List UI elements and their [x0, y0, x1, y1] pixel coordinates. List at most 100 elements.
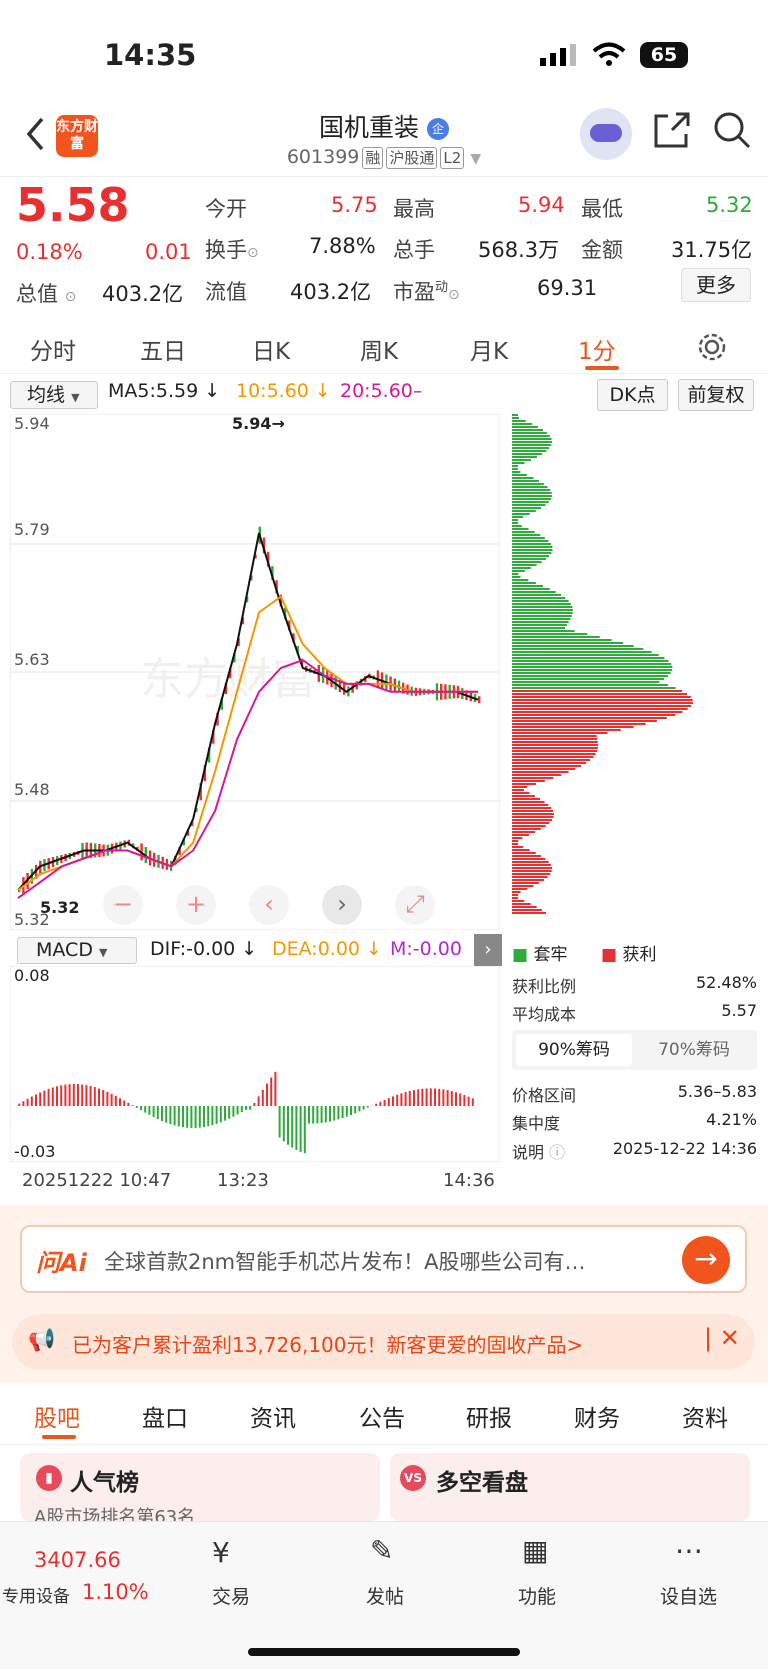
indicator-select[interactable]: MACD ▼ — [17, 937, 137, 964]
close-icon[interactable]: | ✕ — [704, 1324, 740, 1352]
chip-distribution-svg — [512, 414, 693, 914]
chip-bar — [512, 576, 521, 578]
m-legend: M:-0.00 — [390, 938, 462, 960]
robot-avatar[interactable] — [580, 108, 632, 160]
chip-bar — [512, 564, 537, 566]
megaphone-icon: 📢 — [28, 1328, 56, 1353]
kline-chart[interactable]: 东方财富 5.94 5.79 5.63 5.48 5.32 5.94→ 5.32 — [9, 413, 501, 931]
macd-bar — [459, 1093, 462, 1106]
chip-bar — [512, 780, 545, 782]
ma-line-ma5 — [17, 532, 479, 891]
bull-bear-card[interactable]: VS 多空看盘 — [390, 1453, 750, 1521]
settings-gear-icon[interactable] — [697, 332, 727, 362]
dif-legend: DIF:-0.00 ↓ — [150, 938, 258, 960]
y-tick-1: 5.94 — [14, 414, 50, 433]
amount-value: 31.75亿 — [671, 238, 753, 262]
nav-post[interactable]: 发帖 — [366, 1582, 404, 1609]
scroll-left-button[interactable]: ‹ — [249, 885, 289, 925]
adjust-button[interactable]: 前复权 — [678, 379, 754, 411]
x-tick-start: 20251222 10:47 — [22, 1170, 172, 1191]
tab-finance[interactable]: 财务 — [574, 1399, 620, 1433]
share-icon[interactable] — [652, 110, 692, 150]
macd-bar — [383, 1099, 386, 1106]
tab-forum[interactable]: 股吧 — [34, 1399, 80, 1433]
tab-1min[interactable]: 1分 — [578, 332, 616, 366]
macd-bar — [312, 1106, 315, 1124]
tab-profile[interactable]: 资料 — [682, 1399, 728, 1433]
chip-bar — [512, 753, 596, 755]
dea-legend: DEA:0.00 ↓ — [272, 938, 382, 960]
chip-bar — [512, 909, 542, 911]
chip-bar — [512, 708, 688, 710]
chip-bar — [512, 600, 569, 602]
chip-bar — [512, 672, 671, 674]
post-icon[interactable]: ✎ — [370, 1534, 393, 1567]
trade-icon[interactable]: ¥ — [212, 1536, 230, 1569]
ai-search-bar[interactable]: 问Ai 全球首款2nm智能手机芯片发布！A股哪些公司有… → — [20, 1225, 747, 1293]
macd-bar — [463, 1095, 466, 1106]
chip-bar — [512, 762, 587, 764]
tab-5day[interactable]: 五日 — [140, 332, 186, 366]
index-value[interactable]: 3407.66 — [34, 1548, 121, 1572]
low-value: 5.32 — [706, 193, 753, 217]
macd-bar — [249, 1106, 252, 1110]
tab-notices[interactable]: 公告 — [359, 1399, 405, 1433]
watchlist-icon[interactable]: ⋯ — [675, 1534, 703, 1567]
ai-go-arrow-icon[interactable]: → — [682, 1236, 730, 1284]
chip-90-tab[interactable]: 90%筹码 — [516, 1034, 632, 1066]
nav-trade[interactable]: 交易 — [212, 1582, 250, 1609]
more-button[interactable]: 更多 — [681, 268, 751, 302]
chip-bar — [512, 711, 683, 713]
scroll-right-button[interactable]: › — [322, 885, 362, 925]
pct-change: 0.18% — [16, 240, 83, 264]
chip-bar — [512, 477, 534, 479]
volume-value: 568.3万 — [478, 238, 560, 262]
macd-bar — [177, 1106, 180, 1127]
stock-name-text: 国机重装 — [319, 113, 420, 142]
macd-bar — [324, 1106, 327, 1123]
search-icon[interactable] — [712, 110, 752, 150]
expand-icon[interactable]: ⤢ — [395, 885, 435, 925]
macd-bar — [408, 1091, 411, 1106]
chip-bar — [512, 633, 588, 635]
ma-select[interactable]: 均线 ▼ — [10, 381, 98, 409]
chip-70-tab[interactable]: 70%筹码 — [636, 1034, 752, 1066]
tag-connect: 沪股通 — [386, 147, 438, 169]
macd-bar — [257, 1096, 260, 1106]
tab-intraday[interactable]: 分时 — [30, 332, 76, 366]
macd-bar — [207, 1106, 210, 1127]
tab-orderbook[interactable]: 盘口 — [142, 1399, 188, 1433]
chip-bar — [512, 798, 540, 800]
chip-bar — [512, 636, 600, 638]
macd-bar — [308, 1106, 310, 1124]
dk-point-button[interactable]: DK点 — [597, 379, 668, 411]
zoom-out-button[interactable]: − — [103, 885, 143, 925]
chip-bar — [512, 651, 652, 653]
scroll-indicator-button[interactable]: › — [474, 934, 502, 966]
macd-bar — [434, 1088, 436, 1106]
macd-bar — [135, 1106, 138, 1108]
profit-banner[interactable]: 📢 已为客户累计盈利13,726,100元！新客更爱的固收产品> | ✕ — [12, 1314, 755, 1370]
chip-bar — [512, 756, 594, 758]
popularity-card[interactable]: ▮ 人气榜 A股市场排名第63名 — [20, 1453, 380, 1521]
chip-bar — [512, 438, 552, 440]
macd-bar — [102, 1090, 105, 1106]
tab-research[interactable]: 研报 — [466, 1399, 512, 1433]
chip-bar — [512, 444, 552, 446]
tab-news[interactable]: 资讯 — [250, 1399, 296, 1433]
tab-daily[interactable]: 日K — [252, 332, 290, 366]
macd-bar — [123, 1100, 126, 1106]
zoom-in-button[interactable]: + — [176, 885, 216, 925]
functions-icon[interactable]: ▦ — [522, 1534, 548, 1567]
chip-bar — [512, 597, 566, 599]
tab-monthly[interactable]: 月K — [470, 332, 508, 366]
macd-bar — [173, 1106, 176, 1126]
chip-bar — [512, 666, 673, 668]
tab-weekly[interactable]: 周K — [360, 332, 398, 366]
nav-watchlist[interactable]: 设自选 — [660, 1582, 717, 1609]
macd-bar — [392, 1096, 394, 1106]
chip-bar — [512, 657, 665, 659]
macd-bar — [333, 1106, 336, 1121]
nav-functions[interactable]: 功能 — [518, 1582, 556, 1609]
signal-icon — [540, 44, 576, 66]
